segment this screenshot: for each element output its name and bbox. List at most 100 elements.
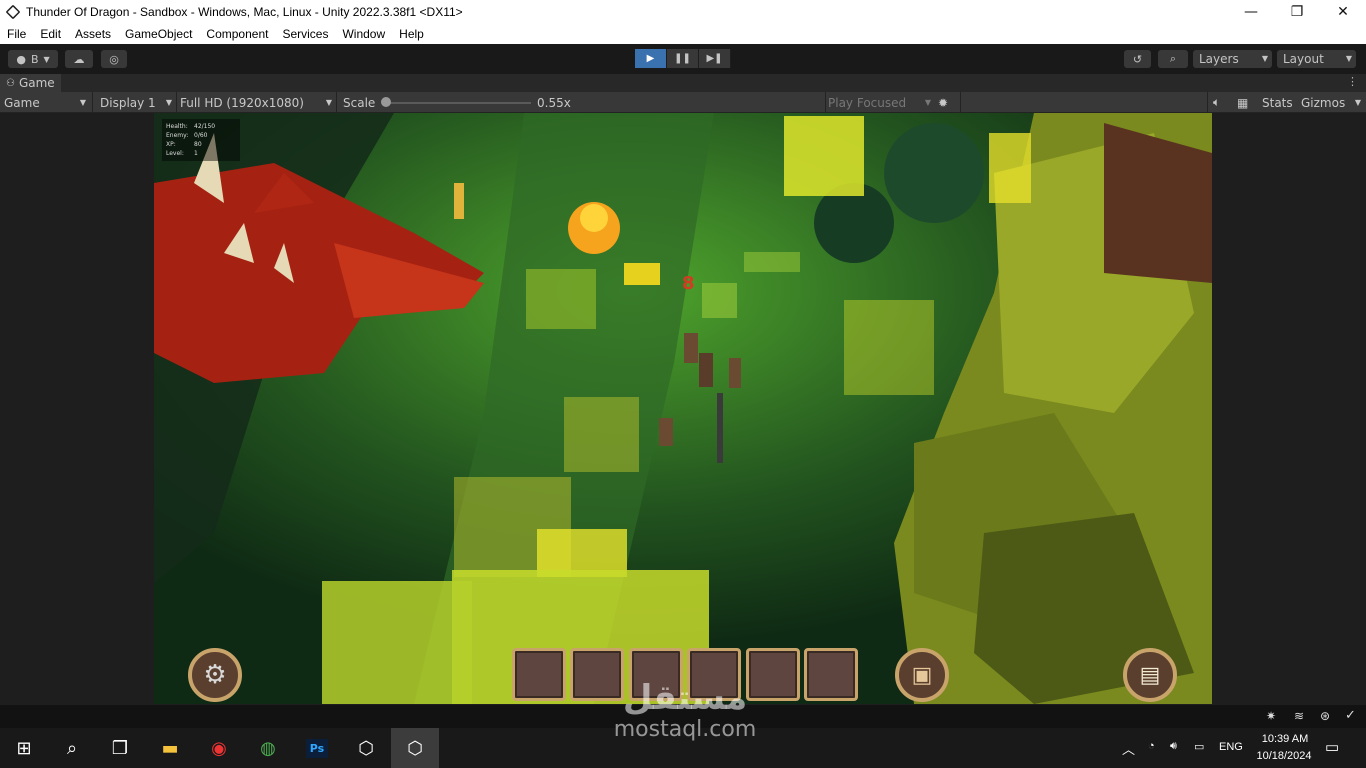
view-mode-label: Game — [4, 95, 40, 110]
chevron-down-icon: ▼ — [79, 98, 86, 107]
gizmos-dropdown[interactable]: Gizmos ▼ — [1301, 92, 1363, 113]
battery-icon[interactable]: ▭ — [1194, 740, 1204, 753]
scale-label: Scale — [343, 95, 376, 110]
stat-label: Health: — [166, 123, 188, 130]
task-view-button[interactable]: ❐ — [96, 728, 144, 768]
tray-icon[interactable]: ✷ — [1266, 709, 1276, 723]
play-focused-dropdown[interactable]: Play Focused ▼ — [828, 92, 931, 113]
close-button[interactable]: ✕ — [1320, 0, 1366, 24]
book-icon: ▤ — [1139, 662, 1161, 688]
chrome-icon: ◍ — [260, 737, 276, 759]
account-dropdown[interactable]: ● B ▼ — [8, 50, 58, 68]
tray-icon[interactable]: ⊛ — [1320, 709, 1330, 723]
mute-audio-button[interactable]: 🔈︎ — [1213, 92, 1220, 113]
unity-hub-icon: ⬡ — [358, 737, 374, 759]
maximize-button[interactable]: ❐ — [1274, 0, 1320, 24]
network-icon[interactable]: ◔ — [1148, 740, 1155, 752]
search-icon: ⌕ — [1169, 52, 1177, 65]
game-viewport: Health: 42/150 Enemy: 0/60 XP: 80 Level: 1 8… — [0, 113, 1366, 705]
step-button[interactable]: ▶❚ — [699, 49, 731, 68]
watermark-latin: mostaql.com — [613, 717, 757, 742]
chest-icon: ▣ — [911, 662, 933, 688]
resolution-dropdown[interactable]: Full HD (1920x1080) ▼ — [180, 92, 332, 113]
tray-icon[interactable]: ≋ — [1294, 709, 1304, 723]
volume-icon[interactable]: 🔊︎ — [1170, 740, 1177, 753]
screen-recorder-button[interactable]: ◉ — [195, 728, 243, 768]
inventory-slot[interactable] — [512, 648, 566, 701]
chevron-down-icon: ▼ — [924, 98, 931, 107]
minimize-button[interactable]: — — [1228, 0, 1274, 24]
search-button[interactable]: ⌕ — [48, 728, 96, 768]
unity-editor-button[interactable]: ⬡ — [391, 728, 439, 768]
editor-toolbar: ● B ▼ ☁ ◎ ▶ ❚❚ ▶❚ ↺ ⌕ Layers ▼ Layout ▼ — [0, 44, 1366, 74]
notification-center-icon[interactable]: ▭ — [1325, 738, 1339, 756]
stat-value: 80 — [194, 141, 202, 148]
gamepad-icon: ⚇ — [6, 77, 15, 89]
stat-value: 1 — [194, 150, 198, 157]
aspect-grid-button[interactable]: ▦ — [1237, 92, 1248, 113]
start-button[interactable]: ⊞ — [0, 728, 48, 768]
menu-services[interactable]: Services — [275, 27, 335, 41]
chrome-button[interactable]: ◍ — [244, 728, 292, 768]
chevron-down-icon: ▼ — [325, 98, 332, 107]
layers-label: Layers — [1199, 52, 1239, 66]
menu-edit[interactable]: Edit — [33, 27, 68, 41]
tab-game[interactable]: ⚇ Game — [0, 74, 61, 92]
tab-game-label: Game — [18, 76, 55, 90]
menu-gameobject[interactable]: GameObject — [118, 27, 199, 41]
clock-time[interactable]: 10:39 AM — [1257, 733, 1313, 745]
photoshop-button[interactable]: Ps — [293, 728, 341, 768]
menu-file[interactable]: File — [0, 27, 33, 41]
layout-dropdown[interactable]: Layout ▼ — [1277, 50, 1356, 68]
clock-date[interactable]: 10/18/2024 — [1252, 750, 1316, 762]
language-indicator[interactable]: ENG — [1219, 741, 1243, 753]
display-label: Display 1 — [100, 95, 156, 110]
folder-icon: ▬ — [161, 737, 179, 759]
check-icon[interactable]: ✓ — [1345, 708, 1356, 723]
pause-icon: ❚❚ — [674, 53, 691, 64]
resolution-label: Full HD (1920x1080) — [180, 95, 304, 110]
stat-row: Health: 42/150 — [166, 122, 236, 131]
scale-slider-track[interactable] — [386, 102, 531, 104]
layers-dropdown[interactable]: Layers ▼ — [1193, 50, 1272, 68]
menu-window[interactable]: Window — [335, 27, 392, 41]
frame-debugger-button[interactable]: ✹ — [938, 92, 948, 113]
recorder-icon: ◉ — [211, 737, 227, 759]
inventory-slot[interactable] — [804, 648, 858, 701]
search-icon: ⌕ — [66, 737, 78, 759]
collab-button[interactable]: ◎ — [101, 50, 127, 68]
game-scene[interactable]: Health: 42/150 Enemy: 0/60 XP: 80 Level: 1 8… — [154, 113, 1212, 704]
menu-assets[interactable]: Assets — [68, 27, 118, 41]
quest-book-button[interactable]: ▤ — [1123, 648, 1177, 702]
tab-menu-icon[interactable]: ⋮ — [1347, 75, 1358, 88]
play-icon: ▶ — [646, 53, 655, 64]
file-explorer-button[interactable]: ▬ — [146, 728, 194, 768]
undo-history-button[interactable]: ↺ — [1124, 50, 1151, 68]
unity-hub-button[interactable]: ⬡ — [342, 728, 390, 768]
stats-button[interactable]: Stats — [1262, 92, 1293, 113]
task-view-icon: ❐ — [111, 737, 129, 759]
search-button[interactable]: ⌕ — [1158, 50, 1188, 68]
speaker-icon: 🔈︎ — [1213, 95, 1221, 109]
view-mode-dropdown[interactable]: Game ▼ — [4, 92, 90, 113]
menu-bar: File Edit Assets GameObject Component Se… — [0, 24, 1366, 44]
menu-help[interactable]: Help — [392, 27, 431, 41]
settings-button[interactable]: ⚙ — [188, 648, 242, 702]
scale-slider-handle[interactable] — [381, 97, 391, 107]
display-dropdown[interactable]: Display 1 ▼ — [100, 92, 172, 113]
watermark: مستقل mostaql.com — [600, 678, 770, 742]
grid-icon: ▦ — [1237, 95, 1249, 110]
play-focused-label: Play Focused — [828, 95, 907, 110]
show-hidden-icons[interactable]: ︿ — [1122, 739, 1135, 758]
stat-value: 0/60 — [194, 132, 208, 139]
inventory-chest-button[interactable]: ▣ — [895, 648, 949, 702]
play-button[interactable]: ▶ — [635, 49, 667, 68]
cloud-button[interactable]: ☁ — [65, 50, 93, 68]
step-icon: ▶❚ — [706, 53, 723, 64]
menu-component[interactable]: Component — [199, 27, 275, 41]
window-title-bar: Thunder Of Dragon - Sandbox - Windows, M… — [0, 0, 1366, 24]
pause-button[interactable]: ❚❚ — [667, 49, 699, 68]
game-view-toolbar: Game ▼ Display 1 ▼ Full HD (1920x1080) ▼… — [0, 92, 1366, 113]
account-icon: ● — [16, 52, 26, 66]
stat-row: Enemy: 0/60 — [166, 131, 236, 140]
